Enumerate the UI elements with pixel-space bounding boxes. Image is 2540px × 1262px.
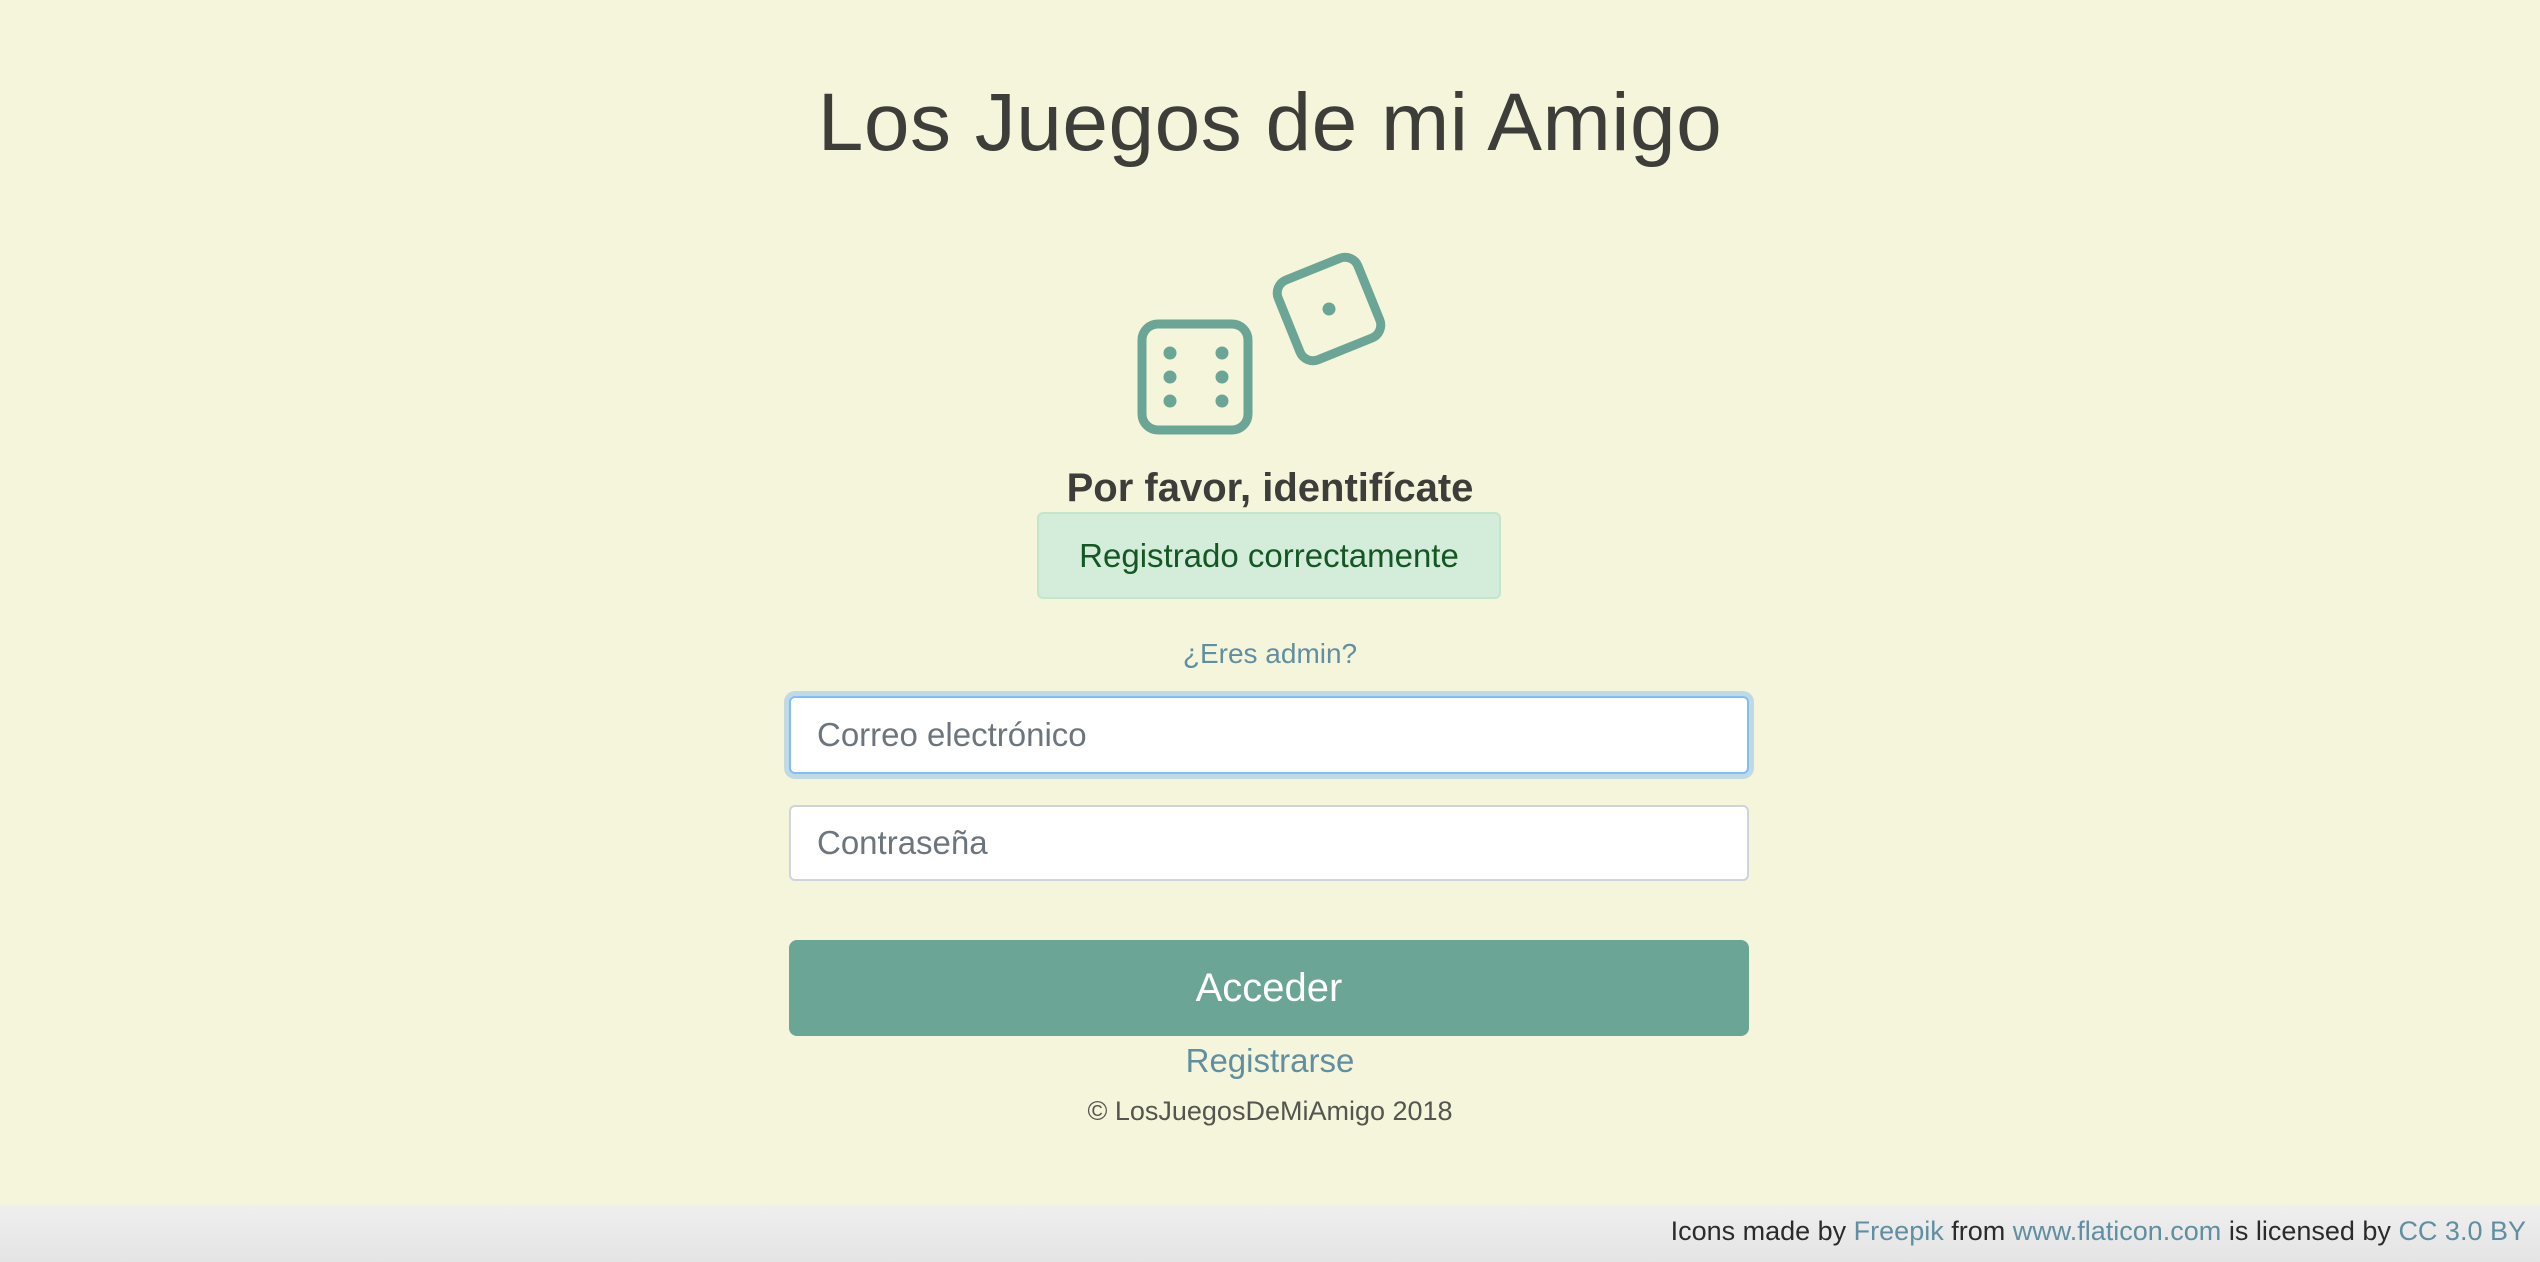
die-six-icon [1137, 319, 1253, 435]
admin-link-row: ¿Eres admin? [0, 636, 2540, 672]
password-input[interactable] [789, 805, 1749, 881]
attribution-prefix: Icons made by [1670, 1216, 1847, 1246]
login-button[interactable]: Acceder [789, 940, 1749, 1036]
attribution-from: from [1951, 1216, 2006, 1246]
success-alert-text: Registrado correctamente [1079, 536, 1459, 574]
admin-link[interactable]: ¿Eres admin? [1183, 638, 1357, 669]
email-input[interactable] [789, 696, 1749, 774]
die-six-pips [1163, 346, 1229, 408]
freepik-link[interactable]: Freepik [1854, 1216, 1944, 1246]
login-page: Los Juegos de mi Amigo Por favor, identi… [0, 0, 2540, 1205]
copyright-text: © LosJuegosDeMiAmigo 2018 [1087, 1096, 1453, 1126]
attribution-footer: Icons made by Freepik from www.flaticon.… [0, 1205, 2540, 1262]
page-title: Los Juegos de mi Amigo [817, 77, 1723, 168]
login-heading: Por favor, identifícate [1066, 466, 1474, 510]
attribution-licensed: is licensed by [2228, 1216, 2391, 1246]
flaticon-link[interactable]: www.flaticon.com [2013, 1216, 2222, 1246]
license-link[interactable]: CC 3.0 BY [2398, 1216, 2526, 1246]
dice-icon [1130, 232, 1410, 452]
register-link-row: Registrarse [0, 1038, 2540, 1084]
success-alert: Registrado correctamente [1037, 512, 1501, 599]
die-one-icon [1272, 252, 1386, 366]
register-link[interactable]: Registrarse [1186, 1042, 1355, 1079]
attribution-text: Icons made by Freepik from www.flaticon.… [1671, 1216, 2526, 1247]
